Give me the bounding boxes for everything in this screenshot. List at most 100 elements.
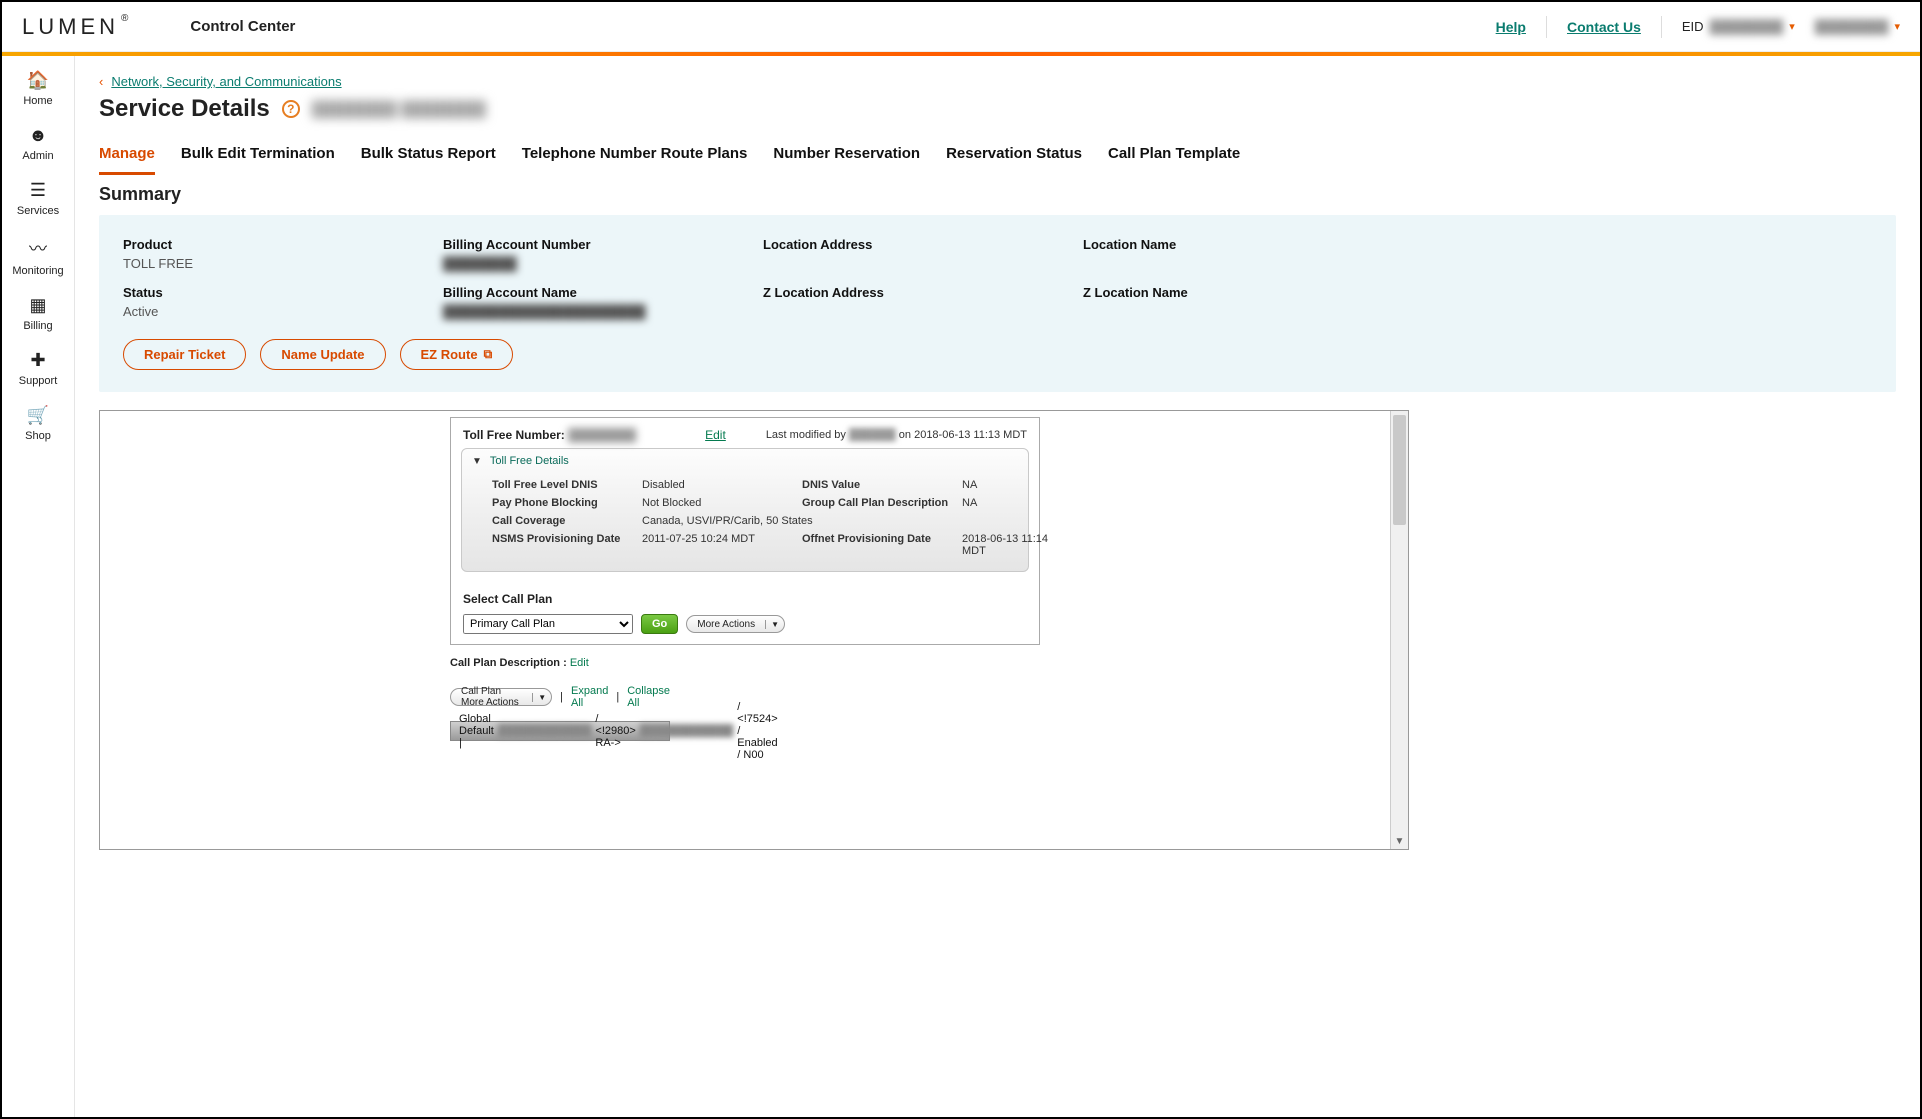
tab-tn-route-plans[interactable]: Telephone Number Route Plans [522, 139, 748, 175]
more-actions-dropdown[interactable]: More Actions ▼ [686, 615, 785, 633]
chevron-down-icon: ▾ [1789, 20, 1795, 33]
tab-number-reservation[interactable]: Number Reservation [773, 139, 920, 175]
manage-frame: Toll Free Number: ████████ Edit Last mod… [99, 410, 1409, 850]
scroll-down-icon[interactable]: ▼ [1391, 836, 1408, 847]
select-call-plan-label: Select Call Plan [463, 592, 1027, 606]
last-modified-pre: Last modified by [766, 429, 849, 441]
help-icon[interactable]: ? [282, 100, 300, 118]
contact-us-link[interactable]: Contact Us [1567, 19, 1641, 35]
toll-free-box: Toll Free Number: ████████ Edit Last mod… [450, 417, 1040, 645]
nsms-date-value: 2011-07-25 10:24 MDT [642, 533, 802, 557]
sidebar-item-label: Billing [23, 320, 52, 332]
summary-heading: Summary [99, 184, 1896, 205]
details-title: Toll Free Details [490, 455, 569, 467]
tab-manage[interactable]: Manage [99, 139, 155, 175]
sidebar-item-label: Home [23, 95, 52, 107]
ban-name-label: Billing Account Name [443, 285, 763, 300]
sidebar-item-label: Support [19, 375, 58, 387]
sidebar: 🏠 Home ☻Admin ☰ Services 〰 Monitoring ▦Bill… [2, 56, 75, 1117]
group-cp-value: NA [962, 497, 1062, 509]
sidebar-item-home[interactable]: 🏠 Home [23, 70, 52, 107]
logo-reg: ® [121, 13, 132, 24]
ez-route-button[interactable]: EZ Route⧉ [400, 339, 514, 370]
call-coverage-value: Canada, USVI/PR/Carib, 50 States [642, 515, 1062, 527]
z-location-address-label: Z Location Address [763, 285, 1083, 300]
toll-free-details-card: ▼ Toll Free Details Toll Free Level DNIS… [461, 448, 1029, 572]
tfn-value: ████████ [568, 428, 636, 442]
triangle-down-icon: ▼ [472, 456, 482, 467]
user-dropdown[interactable]: ████████ ▾ [1815, 19, 1900, 34]
payphone-value: Not Blocked [642, 497, 802, 509]
sidebar-item-services[interactable]: ☰ Services [17, 180, 59, 217]
tabs: Manage Bulk Edit Termination Bulk Status… [99, 139, 1896, 176]
call-plan-desc-label: Call Plan Description : [450, 657, 570, 669]
details-toggle[interactable]: ▼ Toll Free Details [462, 449, 1028, 473]
cart-icon: 🛒 [27, 405, 49, 426]
group-cp-label: Group Call Plan Description [802, 497, 962, 509]
sidebar-item-billing[interactable]: ▦Billing [23, 295, 52, 332]
tab-bulk-status-report[interactable]: Bulk Status Report [361, 139, 496, 175]
button-label: Name Update [281, 347, 364, 362]
offnet-date-value: 2018-06-13 11:14 MDT [962, 533, 1062, 557]
collapse-all-link[interactable]: Collapse All [627, 685, 670, 709]
sidebar-item-label: Services [17, 205, 59, 217]
sidebar-item-admin[interactable]: ☻Admin [22, 125, 53, 162]
tab-call-plan-template[interactable]: Call Plan Template [1108, 139, 1240, 175]
call-plan-select[interactable]: Primary Call Plan [463, 614, 633, 634]
chevron-down-icon: ▼ [532, 693, 551, 702]
global-default-row[interactable]: Global Default | ████████████ / <!2980> … [450, 721, 670, 741]
pulse-icon: 〰 [29, 235, 47, 261]
call-plan-more-actions-dropdown[interactable]: Call Plan More Actions ▼ [450, 688, 552, 706]
ban-label: Billing Account Number [443, 237, 763, 252]
external-link-icon: ⧉ [484, 347, 493, 362]
product-value: TOLL FREE [123, 256, 443, 271]
global-default-post: / <!7524> / Enabled / N00 [737, 701, 777, 761]
go-button[interactable]: Go [641, 614, 678, 634]
page-title: Service Details [99, 95, 270, 123]
last-modified-post: on 2018-06-13 11:13 MDT [896, 429, 1027, 441]
separator: | [616, 691, 619, 703]
eid-value: ████████ [1710, 19, 1784, 34]
product-label: Product [123, 237, 443, 252]
global-default-mid: / <!2980> RA-> [595, 713, 635, 749]
expand-all-link[interactable]: Expand All [571, 685, 608, 709]
chevron-down-icon: ▼ [765, 620, 784, 629]
scrollbar-thumb[interactable] [1393, 415, 1406, 525]
repair-ticket-button[interactable]: Repair Ticket [123, 339, 246, 370]
location-name-label: Location Name [1083, 237, 1403, 252]
more-actions-label: More Actions [687, 619, 765, 630]
z-location-name-label: Z Location Name [1083, 285, 1403, 300]
tab-reservation-status[interactable]: Reservation Status [946, 139, 1082, 175]
status-label: Status [123, 285, 443, 300]
sidebar-item-monitoring[interactable]: 〰 Monitoring [12, 235, 63, 277]
sidebar-item-shop[interactable]: 🛒 Shop [25, 405, 51, 442]
sidebar-item-support[interactable]: ✚Support [19, 350, 58, 387]
nsms-date-label: NSMS Provisioning Date [492, 533, 642, 557]
global-default-blur1: ████████████ [498, 725, 592, 737]
home-icon: 🏠 [27, 70, 49, 91]
sidebar-item-label: Monitoring [12, 265, 63, 277]
page-subtitle: ████████ ████████ [312, 101, 486, 118]
call-plan-desc-edit[interactable]: Edit [570, 657, 589, 669]
breadcrumb-link[interactable]: Network, Security, and Communications [111, 74, 341, 89]
help-link[interactable]: Help [1496, 19, 1526, 35]
back-icon[interactable]: ‹ [99, 74, 103, 89]
chevron-down-icon: ▾ [1894, 20, 1900, 33]
list-icon: ☰ [30, 180, 46, 201]
eid-label: EID [1682, 19, 1704, 34]
last-modified-by: ██████ [849, 429, 896, 441]
divider [1546, 16, 1547, 38]
sidebar-item-label: Shop [25, 430, 51, 442]
eid-dropdown[interactable]: EID ████████ ▾ [1682, 19, 1795, 34]
scrollbar[interactable]: ▼ [1390, 411, 1408, 849]
button-label: Repair Ticket [144, 347, 225, 362]
user-value: ████████ [1815, 19, 1889, 34]
tab-bulk-edit-termination[interactable]: Bulk Edit Termination [181, 139, 335, 175]
dnis-value-value: NA [962, 479, 1062, 491]
tfl-dnis-label: Toll Free Level DNIS [492, 479, 642, 491]
user-icon: ☻ [29, 125, 48, 146]
tfn-edit-link[interactable]: Edit [705, 428, 726, 442]
breadcrumb: ‹ Network, Security, and Communications [99, 74, 1896, 89]
divider [1661, 16, 1662, 38]
name-update-button[interactable]: Name Update [260, 339, 385, 370]
